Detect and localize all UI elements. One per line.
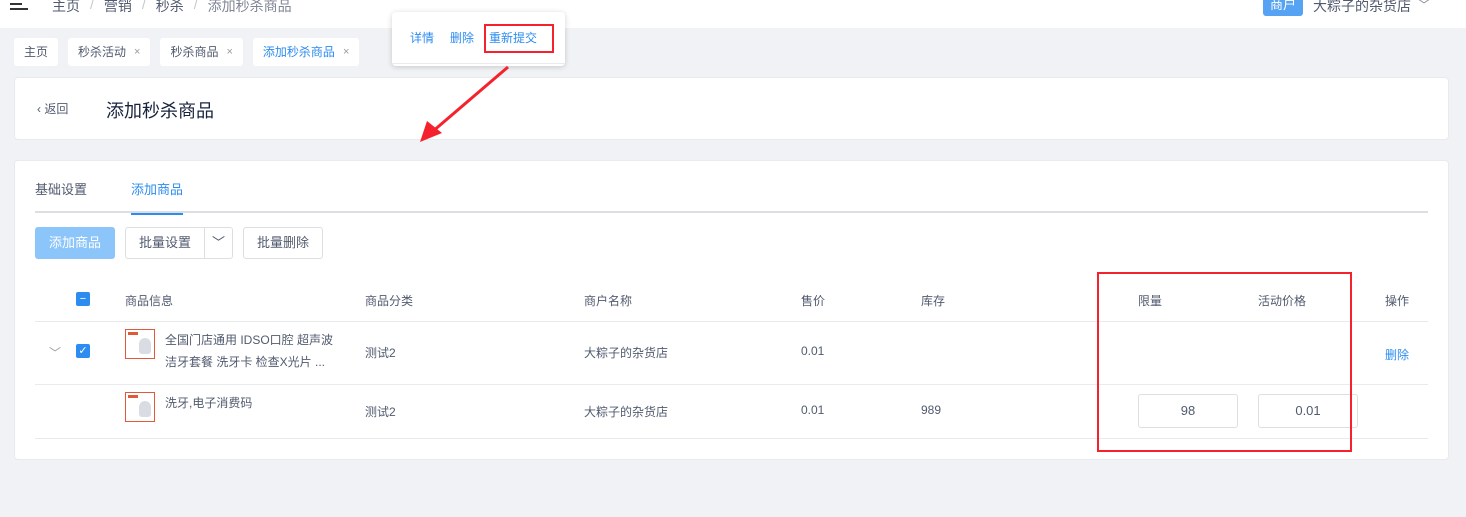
annotation-arrow — [420, 65, 509, 142]
